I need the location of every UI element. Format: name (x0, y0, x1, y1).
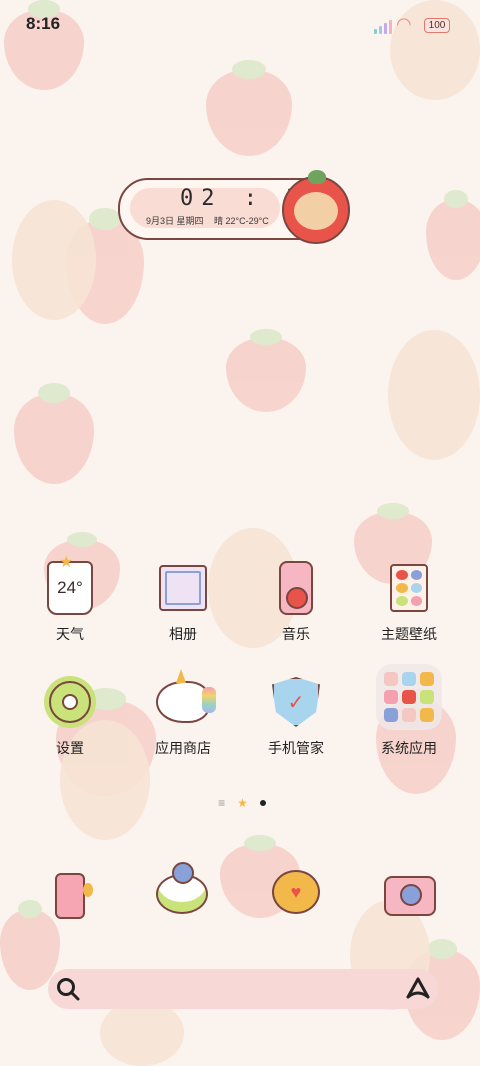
wifi-icon: ◠ (396, 14, 412, 34)
page-indicator[interactable]: ≡ ★ (214, 796, 270, 810)
dock-camera[interactable] (382, 868, 438, 924)
phone-icon (55, 873, 93, 919)
app-label: 主题壁纸 (381, 626, 437, 642)
search-bar[interactable] (48, 969, 438, 1009)
status-time: 8:16 (26, 14, 61, 33)
app-theme-wallpaper[interactable]: 主题壁纸 (359, 560, 459, 644)
app-folder-system[interactable]: 系统应用 (359, 664, 459, 758)
star-icon: ★ (237, 796, 248, 810)
status-bar: 8:16 ◠ 100 (0, 0, 480, 50)
cellular-signal-icon (374, 18, 396, 34)
menu-icon: ≡ (218, 796, 226, 810)
app-label: 天气 (56, 626, 84, 642)
page-dot-active (259, 800, 266, 806)
messages-icon: ♥ (272, 870, 320, 914)
dock-phone[interactable] (42, 868, 98, 924)
gallery-icon (155, 560, 211, 616)
clock-weather: 晴 22°C-29°C (214, 216, 269, 226)
browser-icon (156, 862, 208, 914)
dock-messages[interactable]: ♥ (268, 864, 324, 920)
app-gallery[interactable]: 相册 (133, 560, 233, 644)
app-label: 手机管家 (268, 740, 324, 756)
app-label: 系统应用 (381, 740, 437, 756)
app-store-icon (155, 669, 216, 730)
app-phone-manager[interactable]: ✓ 手机管家 (246, 674, 346, 758)
search-icon[interactable] (54, 975, 82, 1003)
app-music[interactable]: 音乐 (246, 560, 346, 644)
weather-temperature: 24° (57, 578, 83, 597)
system-apps-folder-icon (376, 664, 442, 730)
clock-date: 9月3日 星期四 (146, 216, 204, 226)
app-label: 音乐 (282, 626, 310, 642)
app-label: 应用商店 (155, 740, 211, 756)
app-settings[interactable]: 设置 (20, 674, 120, 758)
app-label: 相册 (169, 626, 197, 642)
app-weather[interactable]: ★ 24° 天气 (20, 554, 120, 644)
settings-icon (42, 674, 98, 730)
music-icon (268, 560, 324, 616)
battery-icon: 100 (424, 18, 450, 33)
assistant-icon[interactable] (404, 975, 432, 1003)
app-store[interactable]: 应用商店 (133, 669, 233, 758)
dock-browser[interactable] (154, 862, 210, 922)
bear-strawberry-icon (282, 170, 350, 244)
app-label: 设置 (56, 740, 84, 756)
phone-manager-icon: ✓ (268, 674, 324, 730)
camera-icon (384, 876, 436, 916)
theme-icon (381, 560, 437, 616)
weather-icon: ★ 24° (42, 554, 98, 616)
